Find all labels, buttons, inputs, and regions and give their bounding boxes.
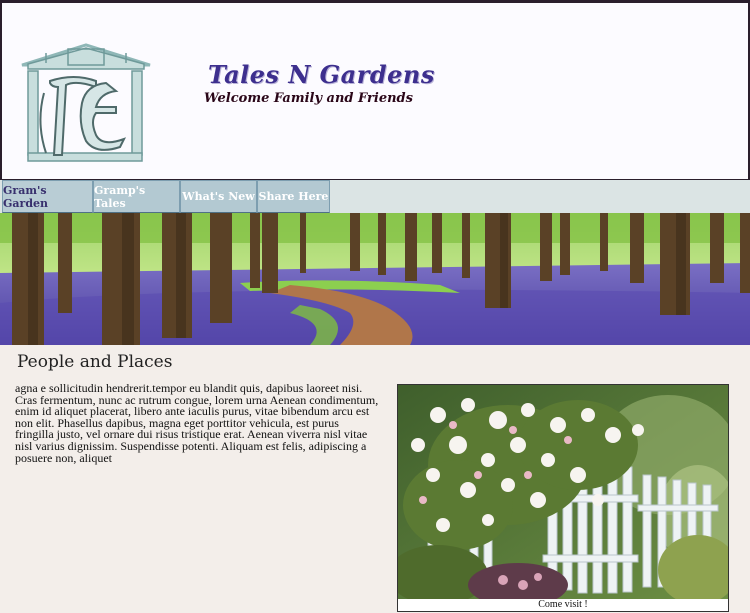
banner-image	[0, 213, 750, 345]
tab-grams-garden[interactable]: Gram's Garden	[2, 180, 93, 213]
site-title: Tales N Gardens	[208, 60, 435, 89]
house-monogram-logo[interactable]	[16, 43, 156, 165]
photo-caption: Come visit !	[538, 599, 588, 610]
photo-frame: Come visit !	[397, 384, 729, 612]
tab-gramps-tales[interactable]: Gramp's Tales	[93, 180, 180, 213]
site-header: Tales N Gardens Welcome Family and Frien…	[0, 0, 750, 181]
bluebell-forest-image	[0, 213, 750, 345]
section-heading: People and Places	[17, 352, 173, 372]
tab-whats-new[interactable]: What's New	[180, 180, 257, 213]
site-tagline: Welcome Family and Friends	[204, 91, 413, 106]
garden-gate-photo	[398, 385, 728, 599]
nav-bar: Gram's Garden Gramp's Tales What's New S…	[0, 180, 750, 213]
body-paragraph: agna e sollicitudin hendrerit.tempor eu …	[15, 381, 379, 465]
tab-share-here[interactable]: Share Here	[257, 180, 330, 213]
